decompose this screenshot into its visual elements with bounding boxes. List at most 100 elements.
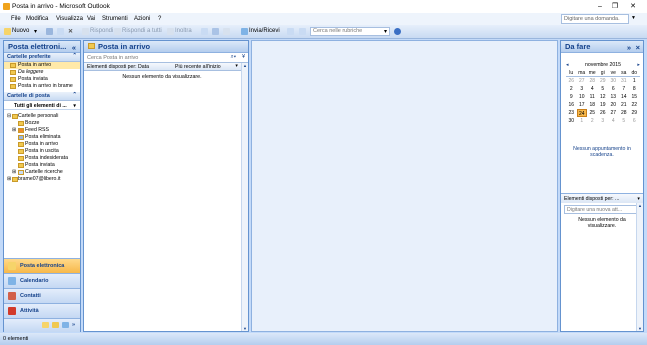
calendar-day[interactable]: 12 bbox=[598, 93, 609, 101]
calendar-day[interactable]: 21 bbox=[619, 101, 630, 109]
reply-all-button[interactable]: Rispondi a tutti bbox=[122, 28, 162, 34]
calendar-day[interactable]: 1 bbox=[577, 117, 588, 125]
tree-sent[interactable]: Posta inviata bbox=[4, 162, 80, 169]
calendar-day[interactable]: 30 bbox=[608, 77, 619, 85]
tasks-scrollbar[interactable]: ▲ ▼ bbox=[636, 203, 643, 331]
inbox-column-header[interactable]: Elementi disposti per: Data Più recente … bbox=[84, 63, 248, 71]
new-dropdown-icon[interactable]: ▾ bbox=[34, 28, 37, 35]
notes-icon[interactable] bbox=[42, 322, 49, 328]
mail-folders-header[interactable]: Cartelle di posta ⌃ bbox=[4, 92, 80, 101]
calendar-day[interactable]: 4 bbox=[587, 85, 598, 93]
calendar-day[interactable]: 26 bbox=[566, 77, 577, 85]
calendar-day[interactable]: 1 bbox=[629, 77, 640, 85]
tree-personal-folders[interactable]: ⊟ Cartelle personali bbox=[4, 113, 80, 120]
menu-strumenti[interactable]: Strumenti bbox=[102, 16, 128, 22]
new-task-input[interactable]: Digitare una nuova att... bbox=[564, 205, 640, 214]
reply-button[interactable]: Rispondi bbox=[90, 28, 113, 34]
calendar-day[interactable]: 7 bbox=[619, 85, 630, 93]
calendar-day[interactable]: 6 bbox=[629, 117, 640, 125]
ask-dropdown-icon[interactable]: ▼ bbox=[631, 15, 636, 21]
menu-help[interactable]: ? bbox=[158, 16, 161, 22]
calendar-day[interactable]: 14 bbox=[619, 93, 630, 101]
sort-order-label[interactable]: Più recente all'inizio bbox=[175, 64, 221, 70]
shortcuts-icon[interactable] bbox=[62, 322, 69, 328]
send-receive-button[interactable]: Invia/Ricevi bbox=[249, 28, 280, 34]
favorites-header[interactable]: Cartelle preferite ⌃ bbox=[4, 53, 80, 62]
calendar-day[interactable]: 29 bbox=[629, 109, 640, 117]
close-button[interactable]: ✕ bbox=[627, 1, 639, 12]
calendar-day[interactable]: 4 bbox=[608, 117, 619, 125]
menu-file[interactable]: File bbox=[11, 16, 21, 22]
folder-list-icon[interactable] bbox=[52, 322, 59, 328]
address-book-icon[interactable] bbox=[287, 28, 294, 35]
calendar-day[interactable]: 16 bbox=[566, 101, 577, 109]
menu-visualizza[interactable]: Visualizza bbox=[56, 16, 83, 22]
ask-question-input[interactable]: Digitare una domanda. bbox=[561, 14, 629, 24]
print-icon[interactable] bbox=[46, 28, 53, 35]
tree-junk[interactable]: Posta indesiderata bbox=[4, 155, 80, 162]
minimize-todo-icon[interactable]: » bbox=[627, 43, 631, 52]
forward-button[interactable]: Inoltra bbox=[175, 28, 192, 34]
maximize-button[interactable]: ❐ bbox=[609, 1, 621, 12]
favorite-inbox[interactable]: Posta in arrivo bbox=[4, 62, 80, 69]
nav-button-contacts[interactable]: Contatti bbox=[4, 288, 80, 303]
nav-button-mail[interactable]: Posta elettronica bbox=[4, 258, 80, 273]
inbox-scrollbar[interactable]: ▲ ▼ bbox=[241, 63, 248, 331]
calendar-day[interactable]: 30 bbox=[566, 117, 577, 125]
scroll-up-icon[interactable]: ▲ bbox=[638, 203, 642, 208]
scroll-up-icon[interactable]: ▲ bbox=[243, 63, 247, 68]
expand-tree-icon[interactable]: ⊞ bbox=[7, 176, 11, 182]
collapse-nav-icon[interactable]: « bbox=[72, 43, 76, 52]
contacts-icon[interactable] bbox=[223, 28, 230, 35]
configure-buttons-icon[interactable]: » bbox=[72, 322, 75, 328]
tree-account[interactable]: ⊞ brame07@libero.it bbox=[4, 176, 80, 183]
calendar-day[interactable]: 31 bbox=[619, 77, 630, 85]
calendar-day[interactable]: 2 bbox=[566, 85, 577, 93]
sort-direction-icon[interactable]: ▾ bbox=[235, 63, 238, 69]
find-icon[interactable] bbox=[299, 28, 306, 35]
menu-modifica[interactable]: Modifica bbox=[26, 16, 48, 22]
arrange-by-label[interactable]: Elementi disposti per: Data bbox=[87, 64, 149, 70]
calendar-day[interactable]: 23 bbox=[566, 109, 577, 117]
new-button[interactable]: Nuovo bbox=[12, 28, 29, 34]
tree-drafts[interactable]: Bozze bbox=[4, 120, 80, 127]
calendar-day[interactable]: 5 bbox=[619, 117, 630, 125]
all-mail-items-dropdown[interactable]: Tutti gli elementi di ... ▾ bbox=[4, 101, 80, 110]
scroll-down-icon[interactable]: ▼ bbox=[243, 326, 247, 331]
search-address-book-input[interactable]: Cerca nelle rubriche bbox=[310, 27, 390, 36]
calendar-day[interactable]: 9 bbox=[566, 93, 577, 101]
delete-icon[interactable]: ✕ bbox=[68, 28, 73, 35]
categorize-icon[interactable] bbox=[201, 28, 208, 35]
calendar-day[interactable]: 28 bbox=[619, 109, 630, 117]
flag-icon[interactable] bbox=[212, 28, 219, 35]
calendar-day[interactable]: 24 bbox=[576, 109, 587, 117]
tasks-sort-icon[interactable]: ▾ bbox=[637, 196, 640, 202]
calendar-day[interactable]: 18 bbox=[587, 101, 598, 109]
expand-tree-icon[interactable]: ⊞ bbox=[12, 169, 16, 175]
calendar-day[interactable]: 17 bbox=[577, 101, 588, 109]
tree-outbox[interactable]: Posta in uscita bbox=[4, 148, 80, 155]
prev-month-icon[interactable]: ◂ bbox=[566, 62, 569, 68]
calendar-day[interactable]: 3 bbox=[577, 85, 588, 93]
chevron-down-icon[interactable]: ▾ bbox=[73, 103, 76, 109]
move-icon[interactable] bbox=[57, 28, 64, 35]
nav-button-calendar[interactable]: Calendario bbox=[4, 273, 80, 288]
search-ab-dropdown-icon[interactable]: ▾ bbox=[384, 28, 387, 35]
tree-inbox[interactable]: Posta in arrivo bbox=[4, 141, 80, 148]
close-todo-icon[interactable]: × bbox=[636, 43, 640, 52]
calendar-day[interactable]: 5 bbox=[598, 85, 609, 93]
search-icon[interactable]: ⌕▾ bbox=[231, 54, 236, 61]
tasks-header[interactable]: Elementi disposti per: ... ▾ bbox=[561, 193, 643, 203]
inbox-search-input[interactable]: Cerca Posta in arrivo ⌕▾ ¥ bbox=[84, 53, 248, 63]
calendar-day[interactable]: 13 bbox=[608, 93, 619, 101]
nav-button-tasks[interactable]: Attività bbox=[4, 303, 80, 318]
collapse-favorites-icon[interactable]: ⌃ bbox=[72, 53, 77, 59]
calendar-day[interactable]: 3 bbox=[598, 117, 609, 125]
calendar-day[interactable]: 15 bbox=[629, 93, 640, 101]
calendar-day[interactable]: 2 bbox=[587, 117, 598, 125]
calendar-day[interactable]: 19 bbox=[598, 101, 609, 109]
tree-search-folders[interactable]: ⊞ Cartelle ricerche bbox=[4, 169, 80, 176]
favorite-unread[interactable]: Da leggere bbox=[4, 69, 80, 76]
calendar-day[interactable]: 22 bbox=[629, 101, 640, 109]
calendar-day[interactable]: 25 bbox=[587, 109, 598, 117]
